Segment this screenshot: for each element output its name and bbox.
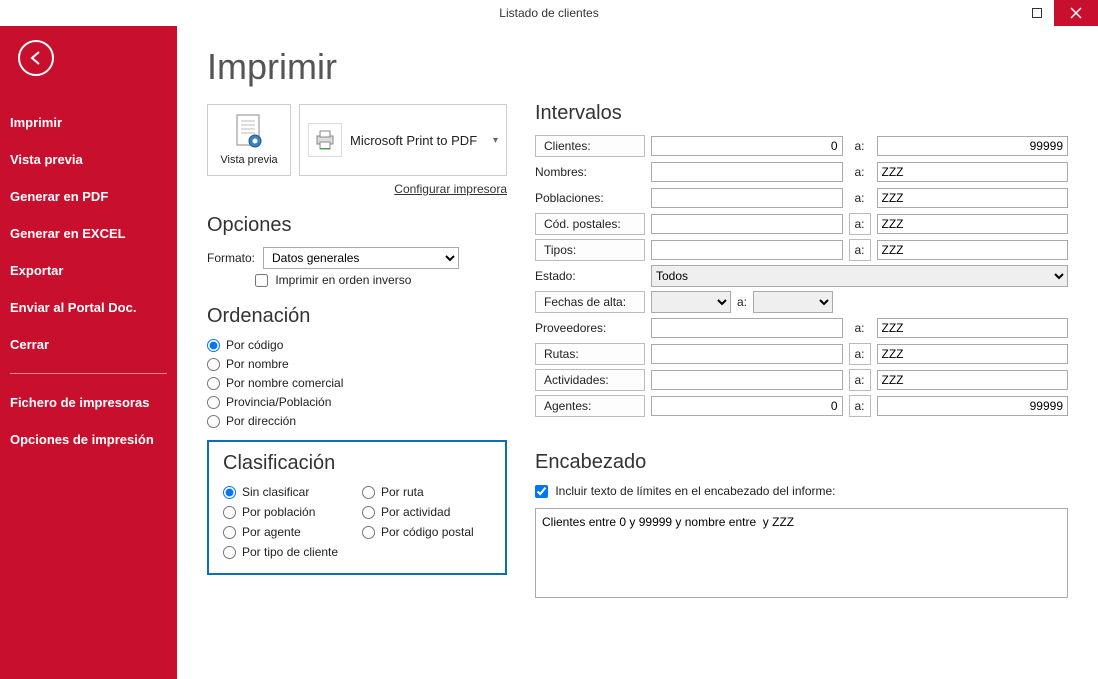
sidebar-item-fichero[interactable]: Fichero de impresoras	[0, 384, 177, 421]
ordenacion-heading: Ordenación	[207, 305, 507, 328]
fechas-a-label: a:	[737, 295, 747, 309]
printer-name: Microsoft Print to PDF	[350, 133, 477, 148]
proveedores-label: Proveedores:	[535, 317, 645, 339]
formato-select[interactable]: Datos generales	[263, 247, 459, 269]
printer-icon	[308, 123, 342, 157]
tipos-from-input[interactable]	[651, 240, 843, 260]
nombres-label: Nombres:	[535, 161, 645, 183]
sidebar-item-vista[interactable]: Vista previa	[0, 141, 177, 178]
encabezado-check-label[interactable]: Incluir texto de límites en el encabezad…	[535, 484, 836, 498]
fechas-label-button[interactable]: Fechas de alta:	[535, 291, 645, 313]
nombres-from-input[interactable]	[651, 162, 843, 182]
encabezado-checkbox[interactable]	[535, 485, 548, 498]
fechas-to-select[interactable]	[753, 291, 833, 313]
codpostales-from-input[interactable]	[651, 214, 843, 234]
agentes-a-button[interactable]: a:	[849, 395, 871, 417]
rutas-from-input[interactable]	[651, 344, 843, 364]
preview-tile[interactable]: Vista previa	[207, 104, 291, 176]
sidebar-item-portal[interactable]: Enviar al Portal Doc.	[0, 289, 177, 326]
clasif-radio-sin[interactable]	[223, 486, 236, 499]
reverse-order-checkbox-label[interactable]: Imprimir en orden inverso	[255, 273, 411, 287]
clasif-radio-ruta[interactable]	[362, 486, 375, 499]
orden-radio-nombre-comercial[interactable]	[207, 377, 220, 390]
agentes-to-input[interactable]	[877, 396, 1069, 416]
sidebar-item-cerrar[interactable]: Cerrar	[0, 326, 177, 363]
close-button[interactable]	[1054, 0, 1098, 26]
poblaciones-a-label: a:	[849, 191, 871, 205]
right-column: Intervalos Clientes: a: Nombres: a: Pobl…	[535, 46, 1068, 669]
clientes-label-button[interactable]: Clientes:	[535, 135, 645, 157]
poblaciones-label: Poblaciones:	[535, 187, 645, 209]
ordenacion-group: Por código Por nombre Por nombre comerci…	[207, 338, 507, 428]
poblaciones-to-input[interactable]	[877, 188, 1069, 208]
clasif-radio-actividad[interactable]	[362, 506, 375, 519]
rutas-a-button[interactable]: a:	[849, 343, 871, 365]
rutas-label-button[interactable]: Rutas:	[535, 343, 645, 365]
codpostales-label-button[interactable]: Cód. postales:	[535, 213, 645, 235]
sidebar-item-pdf[interactable]: Generar en PDF	[0, 178, 177, 215]
proveedores-from-input[interactable]	[651, 318, 843, 338]
maximize-button[interactable]	[1020, 0, 1054, 26]
clasificacion-heading: Clasificación	[223, 452, 491, 475]
orden-radio-nombre[interactable]	[207, 358, 220, 371]
clientes-a-label: a:	[849, 139, 871, 153]
sidebar: Imprimir Vista previa Generar en PDF Gen…	[0, 26, 177, 679]
nombres-a-label: a:	[849, 165, 871, 179]
tipos-to-input[interactable]	[877, 240, 1069, 260]
clientes-from-input[interactable]	[651, 136, 843, 156]
orden-radio-codigo[interactable]	[207, 339, 220, 352]
fechas-from-select[interactable]	[651, 291, 731, 313]
agentes-label-button[interactable]: Agentes:	[535, 395, 645, 417]
codpostales-a-button[interactable]: a:	[849, 213, 871, 235]
clientes-to-input[interactable]	[877, 136, 1069, 156]
tipos-a-button[interactable]: a:	[849, 239, 871, 261]
clasificacion-box: Clasificación Sin clasificar Por ruta Po…	[207, 440, 507, 575]
sidebar-item-excel[interactable]: Generar en EXCEL	[0, 215, 177, 252]
document-preview-icon	[233, 114, 265, 152]
chevron-down-icon: ▾	[493, 135, 498, 146]
proveedores-a-label: a:	[849, 321, 871, 335]
actividades-to-input[interactable]	[877, 370, 1069, 390]
window-controls	[1020, 0, 1098, 26]
actividades-a-button[interactable]: a:	[849, 369, 871, 391]
estado-label: Estado:	[535, 265, 645, 287]
left-column: Imprimir Vista previa Microsoft Prin	[207, 46, 507, 669]
actividades-label-button[interactable]: Actividades:	[535, 369, 645, 391]
clasif-radio-tipocliente[interactable]	[223, 546, 236, 559]
window-title: Listado de clientes	[499, 6, 598, 20]
clasif-radio-poblacion[interactable]	[223, 506, 236, 519]
page-title: Imprimir	[207, 46, 507, 88]
configure-printer-link[interactable]: Configurar impresora	[207, 182, 507, 196]
opciones-heading: Opciones	[207, 214, 507, 237]
orden-radio-direccion[interactable]	[207, 415, 220, 428]
encabezado-textarea[interactable]	[535, 508, 1068, 598]
main-area: Imprimir Vista previa Microsoft Prin	[177, 26, 1098, 679]
title-bar: Listado de clientes	[0, 0, 1098, 26]
sidebar-item-opciones[interactable]: Opciones de impresión	[0, 421, 177, 458]
estado-select[interactable]: Todos	[651, 265, 1068, 287]
codpostales-to-input[interactable]	[877, 214, 1069, 234]
poblaciones-from-input[interactable]	[651, 188, 843, 208]
printer-selector[interactable]: Microsoft Print to PDF ▾	[299, 104, 507, 176]
back-button[interactable]	[18, 40, 54, 76]
proveedores-to-input[interactable]	[877, 318, 1069, 338]
actividades-from-input[interactable]	[651, 370, 843, 390]
clasif-radio-agente[interactable]	[223, 526, 236, 539]
clasif-radio-codpostal[interactable]	[362, 526, 375, 539]
sidebar-divider	[10, 373, 167, 374]
sidebar-nav: Imprimir Vista previa Generar en PDF Gen…	[0, 104, 177, 458]
rutas-to-input[interactable]	[877, 344, 1069, 364]
sidebar-item-imprimir[interactable]: Imprimir	[0, 104, 177, 141]
agentes-from-input[interactable]	[651, 396, 843, 416]
orden-radio-provincia[interactable]	[207, 396, 220, 409]
sidebar-item-exportar[interactable]: Exportar	[0, 252, 177, 289]
encabezado-heading: Encabezado	[535, 451, 1068, 474]
nombres-to-input[interactable]	[877, 162, 1069, 182]
intervalos-heading: Intervalos	[535, 102, 1068, 125]
preview-tile-label: Vista previa	[220, 154, 277, 166]
reverse-order-checkbox[interactable]	[255, 274, 268, 287]
tipos-label-button[interactable]: Tipos:	[535, 239, 645, 261]
formato-label: Formato:	[207, 251, 255, 265]
intervalos-grid: Clientes: a: Nombres: a: Poblaciones: a:…	[535, 135, 1068, 417]
